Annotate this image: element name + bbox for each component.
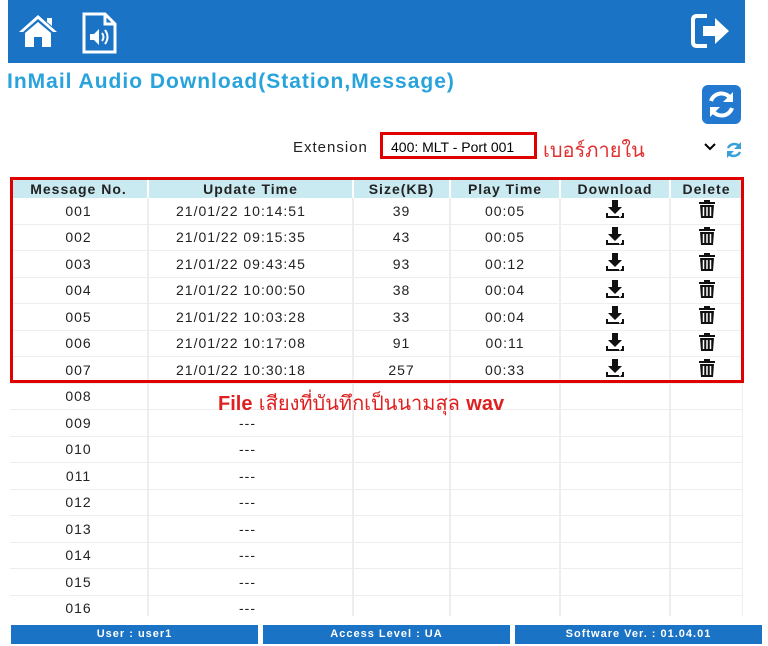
cell-size	[353, 462, 451, 490]
cell-play-time	[450, 515, 561, 543]
cell-message-no: 012	[10, 489, 149, 516]
cell-size	[353, 436, 451, 463]
cell-message-no: 008	[10, 383, 149, 410]
cell-delete	[670, 383, 743, 410]
cell-message-no: 015	[10, 568, 149, 596]
cell-message-no: 016	[10, 595, 149, 616]
table-highlight-box	[10, 177, 744, 383]
cell-delete	[670, 542, 743, 569]
cell-play-time	[450, 489, 561, 516]
cell-delete	[670, 515, 743, 543]
status-bar: User : user1 Access Level : UA Software …	[0, 623, 768, 646]
refresh-icon	[709, 91, 734, 118]
cell-update-time: ---	[148, 595, 354, 616]
cell-play-time	[450, 462, 561, 490]
cell-download	[560, 515, 671, 543]
refresh-extension-icon[interactable]	[724, 140, 744, 160]
cell-delete	[670, 436, 743, 463]
cell-download	[560, 568, 671, 596]
extension-label: Extension	[293, 139, 368, 156]
cell-update-time: ---	[148, 436, 354, 463]
cell-delete	[670, 595, 743, 616]
annotation-note: File เสียงที่บันทึกเป็นนามสุล wav	[218, 387, 504, 419]
cell-download	[560, 436, 671, 463]
cell-delete	[670, 462, 743, 490]
cell-size	[353, 595, 451, 616]
page-title: InMail Audio Download(Station,Message)	[7, 70, 455, 93]
note-file-word: File	[218, 393, 253, 415]
table-row[interactable]: 010 ---	[10, 436, 743, 463]
cell-update-time: ---	[148, 462, 354, 490]
footer-software-version: Software Ver. : 01.04.01	[515, 625, 762, 644]
cell-message-no: 013	[10, 515, 149, 543]
cell-delete	[670, 409, 743, 437]
cell-message-no: 010	[10, 436, 149, 463]
note-thai-text: เสียงที่บันทึกเป็นนามสุล	[252, 391, 467, 415]
logout-icon[interactable]	[691, 13, 733, 49]
cell-size	[353, 542, 451, 569]
cell-download	[560, 489, 671, 516]
note-extension: wav	[466, 393, 505, 415]
table-row[interactable]: 016 ---	[10, 595, 743, 616]
footer-access-level: Access Level : UA	[263, 625, 510, 644]
cell-update-time: ---	[148, 568, 354, 596]
top-bar	[8, 0, 745, 63]
cell-size	[353, 568, 451, 596]
home-icon[interactable]	[18, 13, 58, 49]
cell-update-time: ---	[148, 542, 354, 569]
cell-download	[560, 462, 671, 490]
cell-size	[353, 515, 451, 543]
cell-download	[560, 542, 671, 569]
table-row[interactable]: 014 ---	[10, 542, 743, 569]
audio-file-icon[interactable]	[81, 12, 117, 54]
cell-message-no: 009	[10, 409, 149, 437]
cell-update-time: ---	[148, 515, 354, 543]
cell-download	[560, 383, 671, 410]
table-row[interactable]: 011 ---	[10, 462, 743, 490]
cell-play-time	[450, 568, 561, 596]
chevron-down-icon[interactable]	[704, 143, 716, 151]
cell-message-no: 011	[10, 462, 149, 490]
footer-user: User : user1	[11, 625, 258, 644]
cell-download	[560, 595, 671, 616]
cell-update-time: ---	[148, 489, 354, 516]
extension-highlight-box	[380, 132, 537, 159]
table-row[interactable]: 012 ---	[10, 489, 743, 516]
cell-delete	[670, 568, 743, 596]
table-row[interactable]: 013 ---	[10, 515, 743, 543]
cell-delete	[670, 489, 743, 516]
cell-play-time	[450, 595, 561, 616]
table-row[interactable]: 015 ---	[10, 568, 743, 596]
cell-message-no: 014	[10, 542, 149, 569]
refresh-button[interactable]	[702, 85, 741, 124]
extension-annotation: เบอร์ภายใน	[543, 138, 645, 162]
cell-size	[353, 489, 451, 516]
cell-play-time	[450, 542, 561, 569]
cell-play-time	[450, 436, 561, 463]
cell-download	[560, 409, 671, 437]
